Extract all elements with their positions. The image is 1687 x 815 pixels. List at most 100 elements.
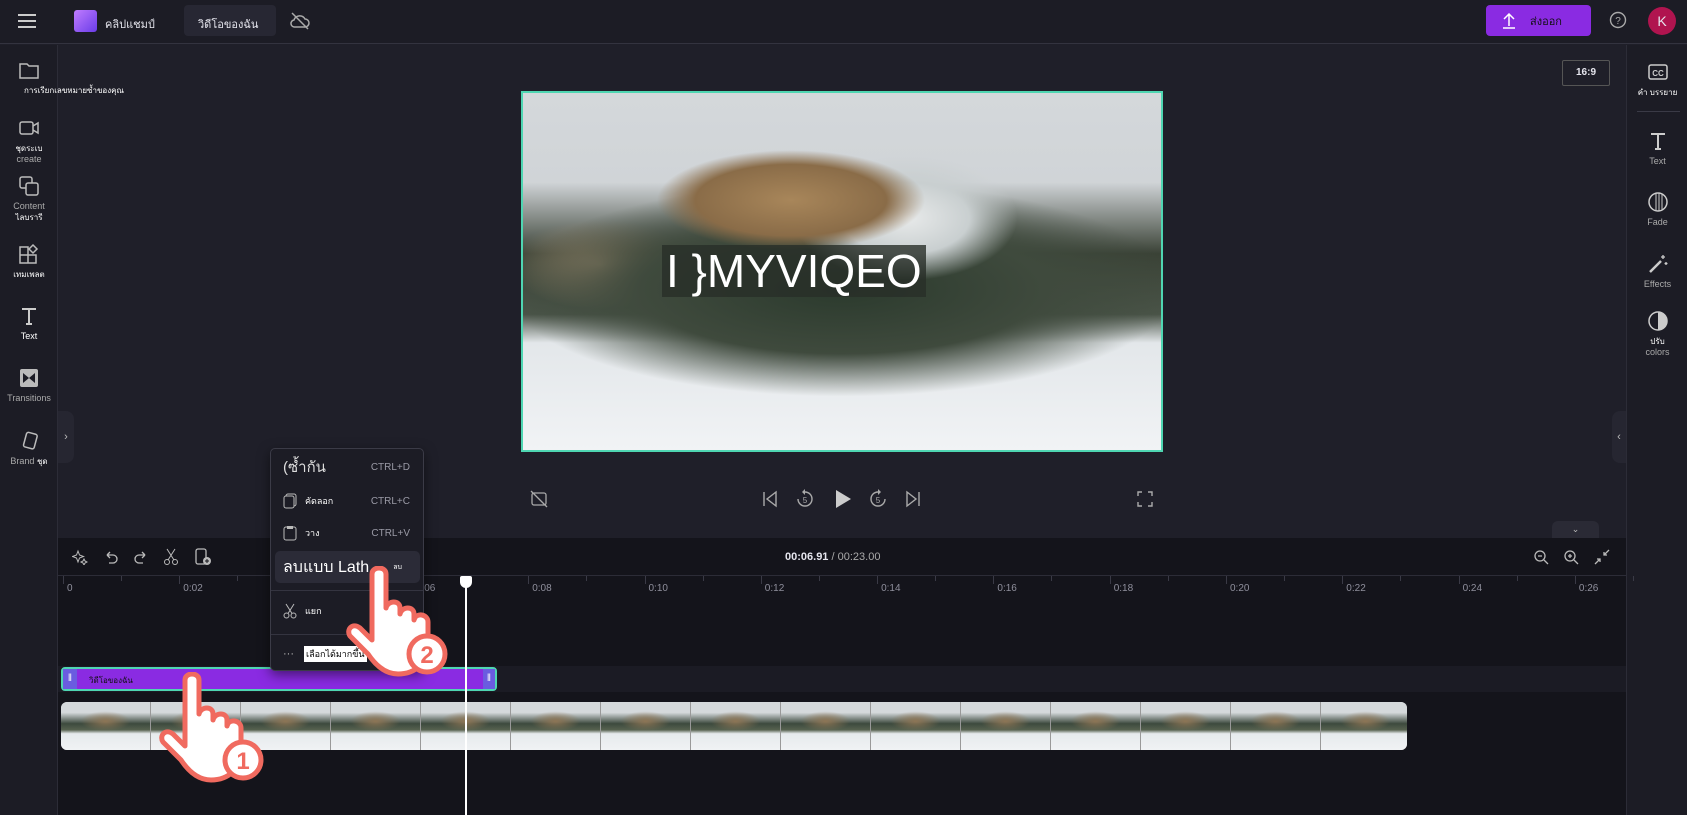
captions-icon: CC [1647,61,1669,83]
forward-5-icon[interactable]: 5 [868,488,888,510]
sidebar-label-2: create [16,154,42,164]
skip-to-end-icon[interactable] [905,490,921,508]
step-2-label: 2 [420,642,433,669]
sidebar-label: Text [20,331,38,341]
sidebar-item-adjust-colors[interactable]: ปรับ colors [1627,310,1687,358]
play-icon[interactable] [834,488,852,510]
ruler-tick [1574,576,1576,584]
fade-icon [1647,191,1669,213]
paste-icon [283,525,297,541]
video-camera-icon [18,117,40,139]
app-name: คลิปแชมป์ [105,19,155,31]
overlay-text[interactable]: I }MYVIQEO [662,245,926,297]
sidebar-label: Brand [10,456,35,466]
video-thumbnail [1321,702,1407,750]
sidebar-item-text[interactable]: Text [0,305,58,342]
sidebar-label: Transitions [7,393,51,403]
upload-icon [1502,12,1516,29]
menu-item-duplicate[interactable]: (ซ้ำกัน CTRL+D [275,451,420,483]
menu-shortcut: CTRL+D [370,461,410,473]
ruler-label: 0:24 [1462,583,1483,594]
sidebar-label: เทมเพลต [13,270,45,279]
project-title-text: วิดีโอของฉัน [198,19,259,31]
menu-shortcut: CTRL+V [371,527,410,539]
video-preview[interactable]: I }MYVIQEO [521,91,1163,452]
help-icon[interactable]: ? [1609,11,1627,29]
sidebar-label: การเรียกเลขหมายซ้ำของคุณ [24,86,124,95]
sidebar-label: Content [13,201,45,211]
trim-handle-left[interactable]: ‖ [63,669,77,689]
ruler-label: 0 [67,583,73,594]
ruler-tick [586,576,588,581]
sidebar-label: Fade [1647,217,1668,227]
sidebar-label: Text [1649,156,1666,166]
screenshot-off-icon[interactable] [530,490,548,508]
sidebar-item-brand-kit[interactable]: Brand ชุด [0,430,58,467]
ruler-tick [121,576,122,581]
sidebar-item-content-library[interactable]: Content ไลบรารี [0,175,58,223]
ruler-label: 0:16 [997,583,1017,594]
video-thumbnail [61,702,151,750]
adjust-colors-icon [1647,310,1669,332]
fullscreen-icon[interactable] [1136,490,1154,508]
menu-label: (ซ้ำกัน [283,459,326,476]
ruler-tick [702,576,704,581]
svg-text:?: ? [1615,16,1621,27]
copy-icon [283,493,297,509]
sidebar-item-record[interactable]: ชุดระเบ create [0,117,58,165]
menu-item-paste[interactable]: วาง CTRL+V [275,517,420,549]
text-icon [18,305,40,327]
playhead-handle[interactable] [460,576,472,588]
trim-handle-right[interactable]: ‖ [483,669,495,689]
playhead[interactable] [465,576,467,815]
content-library-icon [18,175,40,197]
video-thumbnail [691,702,781,750]
ruler-label: 0:20 [1230,583,1250,594]
export-label: ส่งออก [1530,15,1562,28]
expand-left-panel-button[interactable]: › [58,411,74,463]
sidebar-item-text[interactable]: Text [1627,130,1687,167]
ruler-label: 0:08 [532,583,552,594]
sidebar-item-effects[interactable]: Effects [1627,253,1687,290]
sidebar-label: ปรับ [1650,337,1665,346]
menu-label: วาง [305,528,320,538]
ruler-tick [1400,576,1402,581]
video-thumbnail [1231,702,1321,750]
avatar[interactable]: K [1648,7,1676,35]
skip-to-start-icon[interactable] [762,490,778,508]
sidebar-item-fade[interactable]: Fade [1627,191,1687,228]
video-thumbnail [601,702,691,750]
sidebar-item-transitions[interactable]: Transitions [0,367,58,404]
rewind-5-icon[interactable]: 5 [795,488,815,510]
sidebar-item-media[interactable]: การเรียกเลขหมายซ้ำของคุณ [0,59,124,96]
ruler-tick [1632,576,1634,581]
ruler-tick [179,576,181,584]
menu-shortcut: CTRL+C [370,495,410,507]
sidebar-item-templates[interactable]: เทมเพลต [0,243,58,280]
effects-icon [1647,253,1669,275]
ruler-label: 0:14 [881,583,901,594]
sidebar-item-captions[interactable]: CC คำ บรรยาย [1627,61,1687,98]
project-title[interactable]: วิดีโอของฉัน [184,5,276,36]
ruler-tick [644,576,646,584]
menu-label: แยก [305,606,322,616]
cloud-off-icon[interactable] [290,12,310,30]
text-clip-label: วิดีโอของฉัน [89,676,133,685]
export-button[interactable]: ส่งออก [1486,5,1591,36]
ruler-tick [818,576,820,581]
svg-text:CC: CC [1652,69,1664,78]
menu-item-copy[interactable]: คัดลอก CTRL+C [275,485,420,517]
expand-right-panel-button[interactable]: ‹ [1612,411,1626,463]
templates-icon [18,243,40,265]
ruler-tick [993,576,995,584]
menu-icon[interactable] [18,13,36,29]
ruler-label: 0:02 [183,583,203,594]
top-bar: คลิปแชมป์ วิดีโอของฉัน ส่งออก ? K [0,0,1687,44]
ruler-tick [1051,576,1053,581]
ruler-tick [1109,576,1111,584]
aspect-ratio-button[interactable]: 16:9 [1562,60,1610,86]
collapse-preview-button[interactable]: ⌄ [1552,521,1599,538]
more-icon: ··· [283,648,294,660]
ruler-tick [1342,576,1344,584]
ruler-tick [528,576,530,584]
